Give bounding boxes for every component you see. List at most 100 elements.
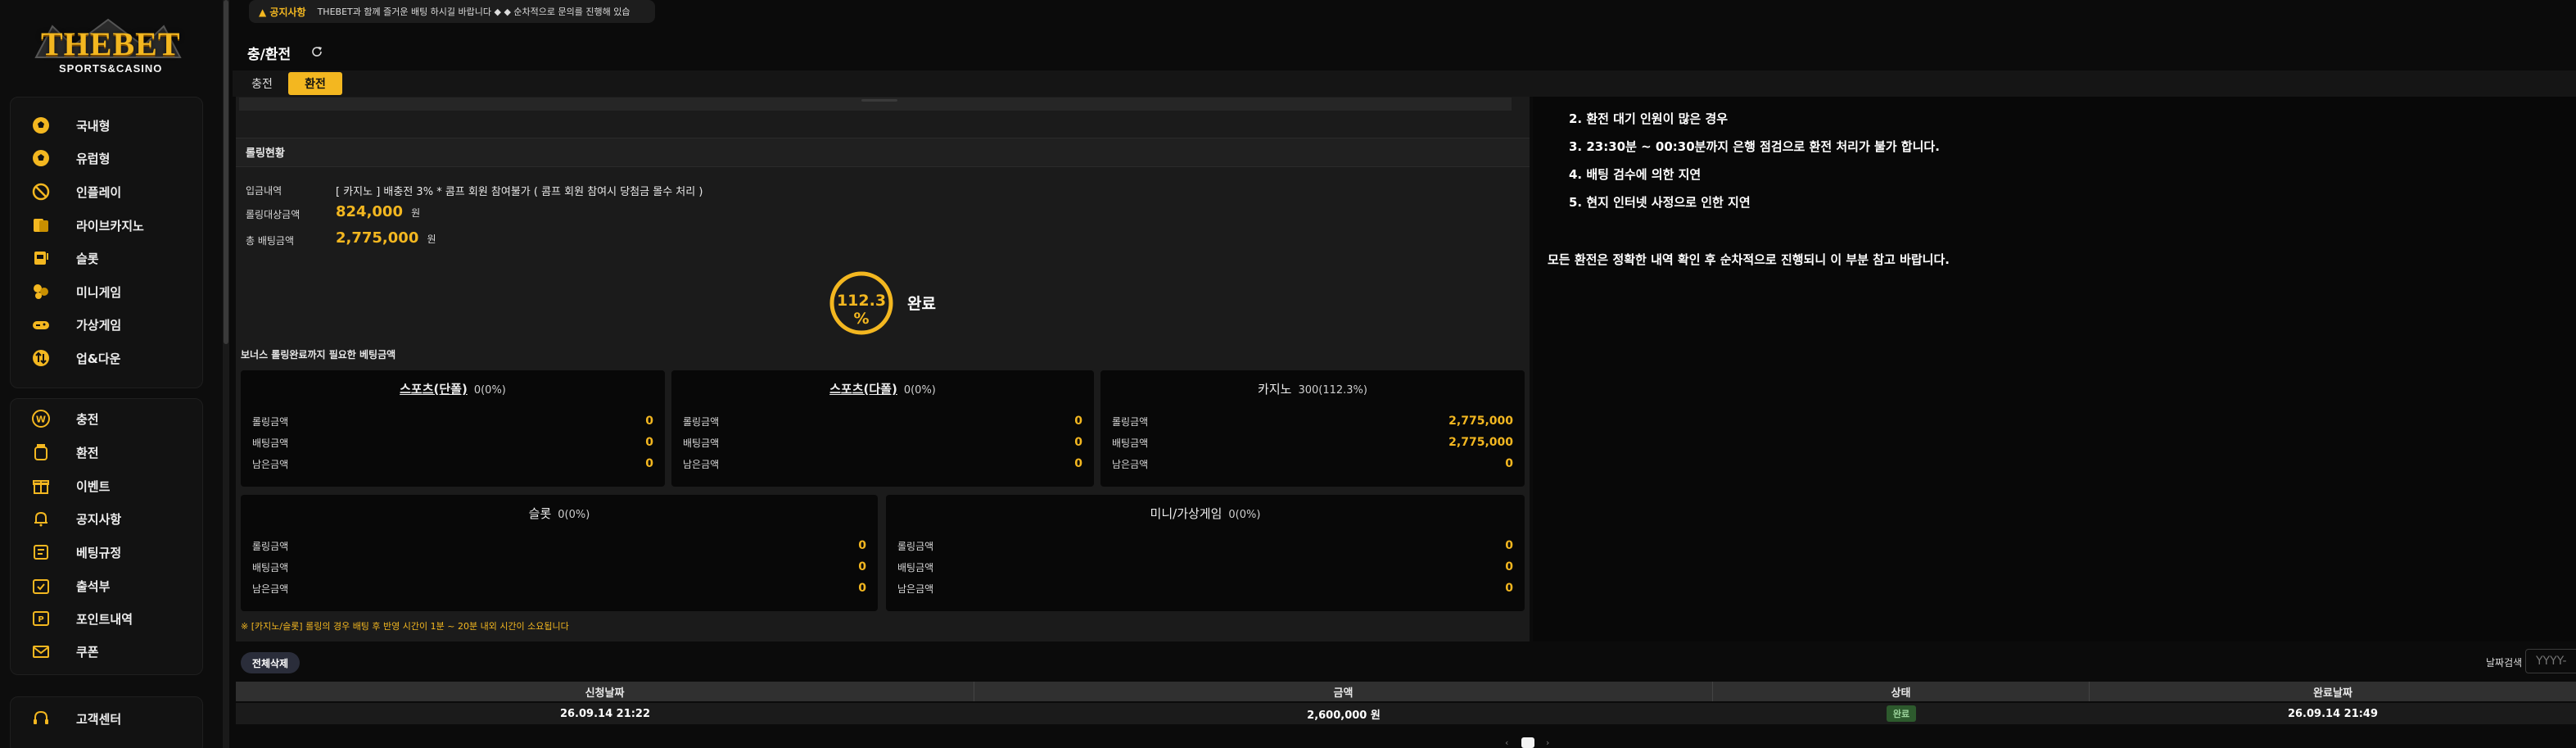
bonus-title: 보너스 롤링완료까지 필요한 베팅금액 — [241, 349, 396, 360]
tab-withdraw[interactable]: 환전 — [288, 72, 342, 95]
won-unit: 원 — [411, 207, 421, 219]
nav-group-support: 고객센터 — [10, 696, 203, 748]
row-value: 0 — [858, 560, 866, 573]
row-label: 남은금액 — [897, 583, 934, 595]
row-label: 남은금액 — [1112, 459, 1149, 470]
refresh-icon[interactable] — [310, 44, 324, 59]
tab-bar — [233, 70, 2576, 97]
slot-icon — [30, 247, 52, 269]
pagination[interactable]: ‹ › — [1503, 736, 1552, 748]
nav-group-account: W 충전 환전 이벤트 공지사항 베팅규정 출석부 P 포인트내역 쿠폰 — [10, 398, 203, 675]
card-row-remaining: 남은금액 0 — [252, 582, 866, 598]
current-page[interactable] — [1521, 737, 1534, 748]
card-row-rolling: 롤링금액 0 — [252, 415, 653, 431]
card-title: 슬롯 0(0%) — [241, 505, 878, 522]
sidebar-item-event[interactable]: 이벤트 — [11, 471, 204, 501]
sidebar-item-minigame[interactable]: 미니게임 — [11, 277, 204, 306]
sidebar-item-notice[interactable]: 공지사항 — [11, 504, 204, 533]
scrollbar-thumb[interactable] — [224, 0, 228, 344]
row-label: 롤링금액 — [683, 416, 720, 428]
card-row-bet: 배팅금액 2,775,000 — [1112, 436, 1513, 452]
table-header: 신청날짜 금액 상태 완료날짜 — [236, 682, 2576, 701]
collapsed-section[interactable] — [239, 97, 1512, 111]
calendar-check-icon — [30, 575, 52, 596]
date-search-input[interactable] — [2525, 649, 2576, 673]
rolling-header — [236, 138, 1530, 167]
soccer-ball-icon — [30, 147, 52, 169]
delete-all-button[interactable]: 전체삭제 — [241, 652, 300, 673]
sidebar-item-rules[interactable]: 베팅규정 — [11, 537, 204, 567]
rolling-target-value: 824,000 — [336, 203, 403, 220]
bonus-card-slot: 슬롯 0(0%) 롤링금액 0 배팅금액 0 남은금액 0 — [241, 495, 878, 611]
row-label: 배팅금액 — [683, 437, 720, 449]
card-percent: 0(0%) — [903, 384, 936, 397]
card-name: 슬롯 — [528, 506, 552, 521]
row-label: 롤링금액 — [1112, 416, 1149, 428]
card-row-remaining: 남은금액 0 — [252, 457, 653, 474]
logo-subtitle: SPORTS&CASINO — [59, 62, 163, 75]
sidebar-item-withdraw[interactable]: 환전 — [11, 437, 204, 467]
row-label: 롤링금액 — [252, 416, 289, 428]
column-header-status: 상태 — [1713, 682, 2090, 701]
total-bet-label: 총 배팅금액 — [246, 235, 295, 247]
logo[interactable]: THEBET SPORTS&CASINO — [23, 15, 195, 80]
prev-page-icon[interactable]: ‹ — [1505, 737, 1508, 748]
sidebar-item-label: 국내형 — [76, 118, 111, 134]
row-label: 배팅금액 — [252, 437, 289, 449]
next-page-icon[interactable]: › — [1546, 737, 1549, 748]
row-value: 0 — [858, 582, 866, 595]
notice-marquee[interactable]: ▲ 공지사항 THEBET과 함께 즐거운 배팅 하시길 바랍니다 ◆ ◆ 순차… — [249, 0, 655, 23]
row-value: 0 — [645, 436, 653, 449]
notice-tag: ▲ 공지사항 — [259, 5, 306, 19]
tab-deposit[interactable]: 충전 — [246, 72, 278, 95]
sidebar-item-domestic[interactable]: 국내형 — [11, 111, 204, 140]
bonus-card-sports-single: 스포츠(단폴) 0(0%) 롤링금액 0 배팅금액 0 남은금액 0 — [241, 370, 665, 487]
sidebar-item-coupon[interactable]: 쿠폰 — [11, 637, 204, 666]
sidebar-item-inplay[interactable]: 인플레이 — [11, 177, 204, 206]
sidebar-item-virtual[interactable]: 가상게임 — [11, 310, 204, 339]
sidebar: THEBET SPORTS&CASINO 국내형 유럽형 인플레이 라이브카지노… — [0, 0, 223, 748]
sidebar-item-attendance[interactable]: 출석부 — [11, 571, 204, 601]
mail-icon — [30, 641, 52, 662]
column-header-amount: 금액 — [974, 682, 1713, 701]
sidebar-item-live-casino[interactable]: 라이브카지노 — [11, 211, 204, 240]
row-value: 2,775,000 — [1448, 436, 1513, 449]
soccer-ball-icon — [30, 115, 52, 136]
sidebar-scrollbar[interactable] — [223, 0, 229, 748]
warning-icon: ▲ — [259, 6, 270, 18]
notice-tag-label: 공지사항 — [269, 6, 306, 18]
rule-item: 2. 환전 대기 인원이 많은 경우 — [1569, 111, 1729, 126]
rule-item: 5. 현지 인터넷 사정으로 인한 지연 — [1569, 195, 1751, 210]
row-value: 0 — [645, 457, 653, 470]
rule-item: 4. 배팅 검수에 의한 지연 — [1569, 167, 1702, 182]
progress-percent: 112.3 % — [836, 292, 887, 328]
gift-icon — [30, 475, 52, 496]
sidebar-item-points[interactable]: P 포인트내역 — [11, 604, 204, 633]
sidebar-item-european[interactable]: 유럽형 — [11, 143, 204, 173]
table-row[interactable]: 26.09.14 21:22 2,600,000 원 완료 26.09.14 2… — [236, 703, 2576, 724]
bonus-card-sports-multi: 스포츠(다폴) 0(0%) 롤링금액 0 배팅금액 0 남은금액 0 — [671, 370, 1094, 487]
rolling-target-label: 롤링대상금액 — [246, 209, 301, 220]
card-percent: 0(0%) — [558, 509, 590, 521]
cell-amount: 2,600,000 원 — [1307, 709, 1381, 722]
sidebar-item-deposit[interactable]: W 충전 — [11, 404, 204, 433]
row-label: 배팅금액 — [897, 562, 934, 573]
drag-handle[interactable] — [861, 99, 897, 102]
sidebar-item-label: 공지사항 — [76, 511, 122, 527]
row-value: 0 — [1505, 582, 1513, 595]
rolling-note: ※ [카지노/슬롯] 롤링의 경우 배팅 후 반영 시간이 1분 ~ 20분 내… — [241, 621, 569, 632]
won-unit: 원 — [427, 233, 436, 245]
card-row-remaining: 남은금액 0 — [683, 457, 1082, 474]
gamepad-icon — [30, 314, 52, 335]
sidebar-item-label: 유럽형 — [76, 151, 111, 166]
row-value: 0 — [1074, 436, 1082, 449]
row-value: 0 — [1505, 457, 1513, 470]
card-title: 미니/가상게임 0(0%) — [886, 505, 1525, 522]
sidebar-item-label: 베팅규정 — [76, 545, 122, 560]
sidebar-item-support[interactable]: 고객센터 — [11, 704, 204, 733]
sidebar-item-slot[interactable]: 슬롯 — [11, 243, 204, 273]
row-value: 0 — [1074, 457, 1082, 470]
row-value: 2,775,000 — [1448, 415, 1513, 428]
row-label: 롤링금액 — [897, 541, 934, 552]
sidebar-item-updown[interactable]: 업&다운 — [11, 343, 204, 373]
